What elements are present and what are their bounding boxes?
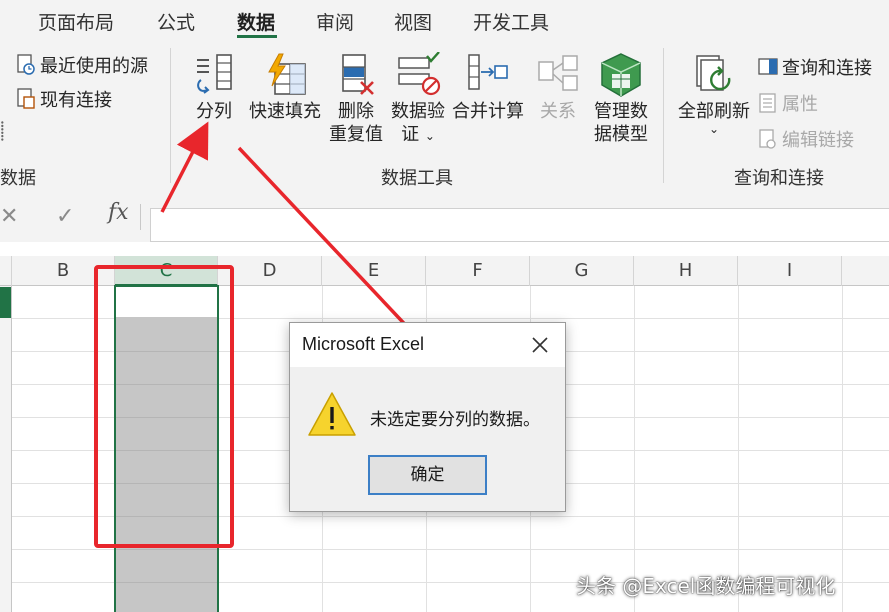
recent-sources-button[interactable]: 最近使用的源 bbox=[16, 52, 148, 78]
recent-sources-icon bbox=[17, 54, 35, 75]
queries-group-label: 查询和连接 bbox=[734, 168, 824, 189]
remove-duplicates-button[interactable]: 删除 重复值 bbox=[326, 52, 386, 146]
flash-fill-button[interactable]: 快速填充 bbox=[246, 52, 324, 123]
column-header-i[interactable]: I bbox=[738, 256, 842, 286]
manage-data-model-icon bbox=[601, 53, 641, 97]
flash-fill-icon bbox=[268, 53, 306, 95]
cancel-icon[interactable]: ✕ bbox=[0, 204, 18, 229]
relationships-button[interactable]: 关系 bbox=[533, 52, 583, 123]
flash-fill-label: 快速填充 bbox=[249, 101, 321, 122]
tab-developer[interactable]: 开发工具 bbox=[473, 8, 549, 35]
get-data-group-label: 数据 bbox=[0, 168, 36, 189]
consolidate-label: 合并计算 bbox=[452, 101, 524, 122]
manage-data-model-button[interactable]: 管理数 据模型 bbox=[590, 52, 652, 146]
edit-links-button[interactable]: 编辑链接 bbox=[758, 126, 854, 152]
data-validation-dropdown-icon: ⌄ bbox=[424, 129, 435, 143]
grid-col-line bbox=[842, 286, 843, 612]
edit-links-icon bbox=[759, 129, 776, 149]
remove-duplicates-label-line2: 重复值 bbox=[329, 124, 383, 145]
row-headers[interactable] bbox=[0, 286, 12, 612]
tab-review[interactable]: 审阅 bbox=[316, 8, 354, 35]
formula-bar-divider bbox=[140, 204, 141, 230]
column-header-partial[interactable] bbox=[0, 256, 12, 286]
refresh-all-dropdown-icon: ⌄ bbox=[708, 122, 720, 136]
manage-data-model-label-line1: 管理数 bbox=[594, 101, 648, 122]
column-header-g[interactable]: G bbox=[530, 256, 634, 286]
properties-icon bbox=[759, 93, 776, 113]
insert-function-button[interactable]: fx bbox=[108, 200, 129, 225]
refresh-all-icon bbox=[696, 55, 731, 91]
column-header-partial[interactable] bbox=[842, 256, 889, 286]
group-separator bbox=[663, 48, 664, 183]
column-header-f[interactable]: F bbox=[426, 256, 530, 286]
refresh-all-label: 全部刷新 bbox=[678, 101, 750, 122]
properties-label: 属性 bbox=[782, 94, 818, 115]
data-validation-icon bbox=[398, 52, 441, 96]
enter-icon[interactable]: ✓ bbox=[56, 204, 74, 229]
group-separator bbox=[170, 48, 171, 183]
recent-sources-label: 最近使用的源 bbox=[40, 56, 148, 77]
properties-button[interactable]: 属性 bbox=[758, 90, 818, 116]
grid-col-line bbox=[738, 286, 739, 612]
remove-duplicates-label-line1: 删除 bbox=[338, 101, 374, 122]
data-tools-group-label: 数据工具 bbox=[381, 168, 453, 189]
annotation-highlight-box bbox=[94, 265, 234, 548]
consolidate-icon bbox=[468, 54, 508, 90]
text-to-columns-icon bbox=[197, 54, 232, 94]
relationships-icon bbox=[538, 55, 578, 91]
queries-connections-button[interactable]: 查询和连接 bbox=[758, 54, 872, 80]
tab-data[interactable]: 数据 bbox=[237, 8, 275, 35]
ribbon-tab-bar: 页面布局 公式 数据 审阅 视图 开发工具 bbox=[0, 0, 889, 42]
edit-links-label: 编辑链接 bbox=[782, 130, 854, 151]
ribbon: 最近使用的源 现有连接 ⸽ 数据 分列 快速填充 删除 重复值 数据验 证 ⌄ … bbox=[0, 42, 889, 190]
tab-formulas[interactable]: 公式 bbox=[157, 8, 195, 35]
active-tab-indicator bbox=[237, 35, 277, 38]
group-dialog-launcher-icon[interactable]: ⸽ bbox=[0, 118, 5, 144]
refresh-all-button[interactable]: 全部刷新 ⌄ bbox=[676, 52, 752, 135]
queries-connections-icon bbox=[758, 58, 778, 75]
text-to-columns-label: 分列 bbox=[196, 101, 232, 122]
data-validation-button[interactable]: 数据验 证 ⌄ bbox=[389, 52, 447, 148]
manage-data-model-label-line2: 据模型 bbox=[594, 124, 648, 145]
close-icon[interactable] bbox=[528, 333, 552, 357]
tab-view[interactable]: 视图 bbox=[394, 8, 432, 35]
dialog-title: Microsoft Excel bbox=[302, 334, 425, 354]
relationships-label: 关系 bbox=[540, 101, 576, 122]
queries-connections-label: 查询和连接 bbox=[782, 58, 872, 79]
consolidate-button[interactable]: 合并计算 bbox=[451, 52, 525, 123]
warning-icon bbox=[308, 392, 356, 436]
existing-connections-icon bbox=[17, 88, 35, 109]
watermark: 头条 @Excel函数编程可视化 bbox=[576, 574, 836, 598]
remove-duplicates-icon bbox=[342, 54, 374, 95]
formula-input[interactable] bbox=[150, 208, 889, 242]
text-to-columns-button[interactable]: 分列 bbox=[189, 52, 239, 123]
selected-row-header bbox=[0, 287, 11, 318]
data-validation-label-line2: 证 ⌄ bbox=[401, 124, 435, 145]
column-header-h[interactable]: H bbox=[634, 256, 738, 286]
dialog-message: 未选定要分列的数据。 bbox=[370, 410, 540, 430]
existing-connections-label: 现有连接 bbox=[40, 90, 112, 111]
ok-button[interactable]: 确定 bbox=[368, 455, 487, 495]
data-validation-label-line1: 数据验 bbox=[391, 101, 445, 122]
existing-connections-button[interactable]: 现有连接 bbox=[16, 86, 112, 112]
message-dialog: Microsoft Excel 未选定要分列的数据。 确定 bbox=[289, 322, 566, 512]
tab-page-layout[interactable]: 页面布局 bbox=[38, 8, 114, 35]
column-header-e[interactable]: E bbox=[322, 256, 426, 286]
grid-col-line bbox=[634, 286, 635, 612]
